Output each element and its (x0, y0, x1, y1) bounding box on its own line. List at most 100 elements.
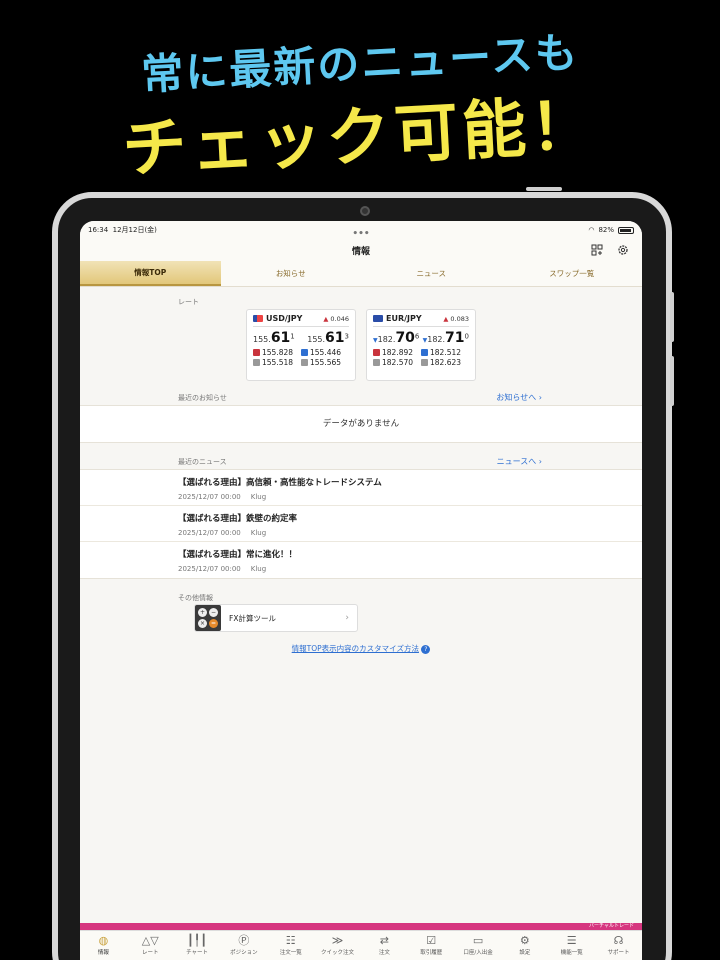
low-tag-icon (301, 349, 308, 356)
bottom-nav: ◍ 情報 △▽ レート ┃╿┃ チャート Ⓟ ポジション ☷ 注文一覧 ≫ クイック注文 ⇄ 注文 ☑ 取引履… (80, 930, 642, 960)
change-value: 0.083 (450, 314, 469, 323)
chart-icon: ┃╿┃ (187, 934, 207, 947)
volume-button (670, 356, 674, 406)
order-list-icon: ☷ (285, 934, 296, 947)
customize-help-link[interactable]: 情報TOP表示内容のカスタマイズ方法 ? (80, 643, 642, 654)
nav-item-support[interactable]: ☊ サポート (595, 931, 642, 960)
notices-list: データがありません (80, 405, 642, 443)
nav-item-order-list[interactable]: ☷ 注文一覧 (267, 931, 314, 960)
news-source: Klug (250, 529, 267, 537)
bid-price[interactable]: ▼182.706 (373, 330, 419, 346)
nav-label: 注文 (378, 950, 390, 956)
news-title: 【選ばれる理由】常に進化！！ (178, 550, 298, 560)
empty-message: データがありません (322, 419, 400, 429)
tool-label: FX計算ツール (229, 613, 276, 623)
close-tag-icon (301, 359, 308, 366)
help-icon: ? (421, 645, 431, 654)
nav-label: サポート (607, 950, 630, 956)
open-tag-icon (253, 359, 260, 366)
news-source: Klug (250, 565, 267, 573)
fx-calculator-button[interactable]: + − × = FX計算ツール › (194, 604, 358, 632)
news-more-link[interactable]: ニュースへ › (497, 456, 542, 467)
notices-section-label: 最近のお知らせ (178, 394, 227, 402)
order-icon: ⇄ (379, 934, 389, 947)
nav-label: 取引履歴 (420, 950, 443, 956)
bid-price[interactable]: 155.611 (253, 330, 295, 346)
nav-item-order[interactable]: ⇄ 注文 (361, 931, 408, 960)
chevron-right-icon: › (345, 613, 349, 623)
header: ••• 情報 (80, 229, 642, 261)
multitask-dots-icon[interactable]: ••• (80, 229, 642, 239)
eu-flag-icon (373, 315, 383, 322)
news-section-label: 最近のニュース (178, 458, 227, 466)
camera-icon (360, 206, 370, 216)
nav-item-rate[interactable]: △▽ レート (127, 931, 174, 960)
tab-news[interactable]: ニュース (361, 261, 502, 286)
nav-item-globe[interactable]: ◍ 情報 (80, 931, 127, 960)
tab-notices[interactable]: お知らせ (221, 261, 362, 286)
account-icon: ▭ (472, 934, 484, 947)
low-tag-icon (421, 349, 428, 356)
close-value: 155.565 (310, 358, 342, 367)
nav-item-menu[interactable]: ☰ 機能一覧 (548, 931, 595, 960)
nav-item-history[interactable]: ☑ 取引履歴 (408, 931, 455, 960)
main-content: レート USD/JPY ▲ 0.046 155.611 155.613 155.… (80, 287, 642, 927)
change-value: 0.046 (330, 314, 349, 323)
nav-label: 機能一覧 (560, 950, 583, 956)
rate-card-eurjpy[interactable]: EUR/JPY ▲ 0.083 ▼182.706 ▼182.710 182.89… (366, 309, 476, 381)
position-icon: Ⓟ (238, 934, 250, 947)
page-title: 情報 (351, 246, 370, 257)
nav-item-position[interactable]: Ⓟ ポジション (220, 931, 267, 960)
high-tag-icon (253, 349, 260, 356)
nav-label: 情報 (97, 950, 109, 956)
tab-swap-list[interactable]: スワップ一覧 (502, 261, 643, 286)
news-date: 2025/12/07 00:00 (178, 493, 241, 501)
promo-banner: 常に最新のニュースも チェック可能！ (0, 0, 720, 190)
open-value: 155.518 (262, 358, 294, 367)
nav-item-settings[interactable]: ⚙ 設定 (501, 931, 548, 960)
nav-label: 口座/入出金 (463, 950, 493, 956)
pair-name: EUR/JPY (386, 314, 422, 323)
menu-icon: ☰ (566, 934, 577, 947)
settings-icon: ⚙ (519, 934, 530, 947)
ask-price[interactable]: 155.613 (307, 330, 349, 346)
quick-order-icon: ≫ (331, 934, 344, 947)
nav-item-chart[interactable]: ┃╿┃ チャート (174, 931, 221, 960)
nav-label: レート (141, 950, 159, 956)
news-item[interactable]: 【選ばれる理由】常に進化！！ 2025/12/07 00:00 Klug (80, 542, 642, 578)
news-source: Klug (250, 493, 267, 501)
virtual-trade-label: バーチャルトレード (589, 923, 634, 929)
support-icon: ☊ (613, 934, 624, 947)
nav-label: クイック注文 (321, 950, 355, 956)
close-tag-icon (421, 359, 428, 366)
news-date: 2025/12/07 00:00 (178, 529, 241, 537)
chevron-right-icon: › (538, 457, 542, 466)
high-value: 182.892 (382, 348, 414, 357)
high-value: 155.828 (262, 348, 294, 357)
customize-grid-icon[interactable] (590, 243, 604, 257)
news-date: 2025/12/07 00:00 (178, 565, 241, 573)
gear-icon[interactable] (616, 243, 630, 257)
low-value: 182.512 (430, 348, 462, 357)
news-item[interactable]: 【選ばれる理由】高信頼・高性能なトレードシステム 2025/12/07 00:0… (80, 470, 642, 506)
nav-item-quick-order[interactable]: ≫ クイック注文 (314, 931, 361, 960)
notices-more-link[interactable]: お知らせへ › (496, 392, 542, 403)
volume-button (670, 292, 674, 342)
pair-name: USD/JPY (266, 314, 303, 323)
nav-item-account[interactable]: ▭ 口座/入出金 (455, 931, 502, 960)
news-list: 【選ばれる理由】高信頼・高性能なトレードシステム 2025/12/07 00:0… (80, 469, 642, 579)
ask-price[interactable]: ▼182.710 (423, 330, 469, 346)
up-arrow-icon: ▲ (443, 314, 449, 323)
up-arrow-icon: ▲ (323, 314, 329, 323)
chevron-right-icon: › (538, 393, 542, 402)
calculator-icon: + − × = (195, 605, 221, 631)
open-value: 182.570 (382, 358, 414, 367)
us-flag-icon (253, 315, 263, 322)
news-item[interactable]: 【選ばれる理由】鉄壁の約定率 2025/12/07 00:00 Klug (80, 506, 642, 542)
rates-section-label: レート (178, 298, 199, 306)
top-button (526, 187, 562, 191)
open-tag-icon (373, 359, 380, 366)
news-title: 【選ばれる理由】高信頼・高性能なトレードシステム (178, 478, 382, 488)
tab-info-top[interactable]: 情報TOP (80, 261, 221, 286)
rate-card-usdjpy[interactable]: USD/JPY ▲ 0.046 155.611 155.613 155.828 … (246, 309, 356, 381)
